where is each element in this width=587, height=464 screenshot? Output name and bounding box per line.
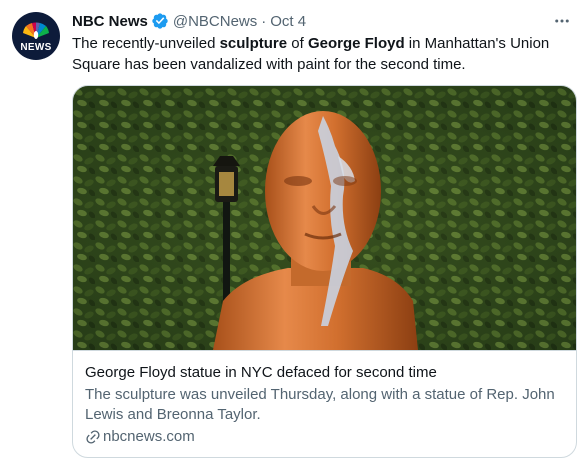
card-domain: nbcnews.com xyxy=(85,427,564,447)
keyword-george-floyd: George Floyd xyxy=(307,35,405,52)
link-icon xyxy=(86,430,100,444)
tweet-text: The recently-unveiled sculpture of Georg… xyxy=(72,35,550,73)
more-options-button[interactable] xyxy=(551,10,573,32)
avatar-text: NEWS xyxy=(20,42,52,53)
card-domain-text[interactable]: nbcnews.com xyxy=(103,427,195,447)
avatar[interactable]: NEWS xyxy=(12,12,60,60)
author-handle[interactable]: @NBCNews xyxy=(173,13,257,30)
tweet[interactable]: NEWS NBC News @NBCNews · Oct 4 The recen… xyxy=(0,0,587,464)
card-description: The sculpture was unveiled Thursday, alo… xyxy=(85,386,555,423)
card-image[interactable] xyxy=(73,86,576,351)
link-card[interactable]: George Floyd statue in NYC defaced for s… xyxy=(72,85,577,458)
card-body: George Floyd statue in NYC defaced for s… xyxy=(73,351,576,447)
separator-dot: · xyxy=(261,12,267,30)
tweet-date[interactable]: Oct 4 xyxy=(270,13,306,30)
more-horizontal-icon xyxy=(555,19,569,23)
verified-badge-icon xyxy=(152,13,168,29)
tweet-header: NBC News @NBCNews · Oct 4 xyxy=(72,10,306,32)
display-name[interactable]: NBC News xyxy=(72,13,148,30)
hashtag-sculpture: sculpture xyxy=(219,35,288,52)
card-title: George Floyd statue in NYC defaced for s… xyxy=(85,364,437,381)
statue-photo xyxy=(73,86,576,350)
